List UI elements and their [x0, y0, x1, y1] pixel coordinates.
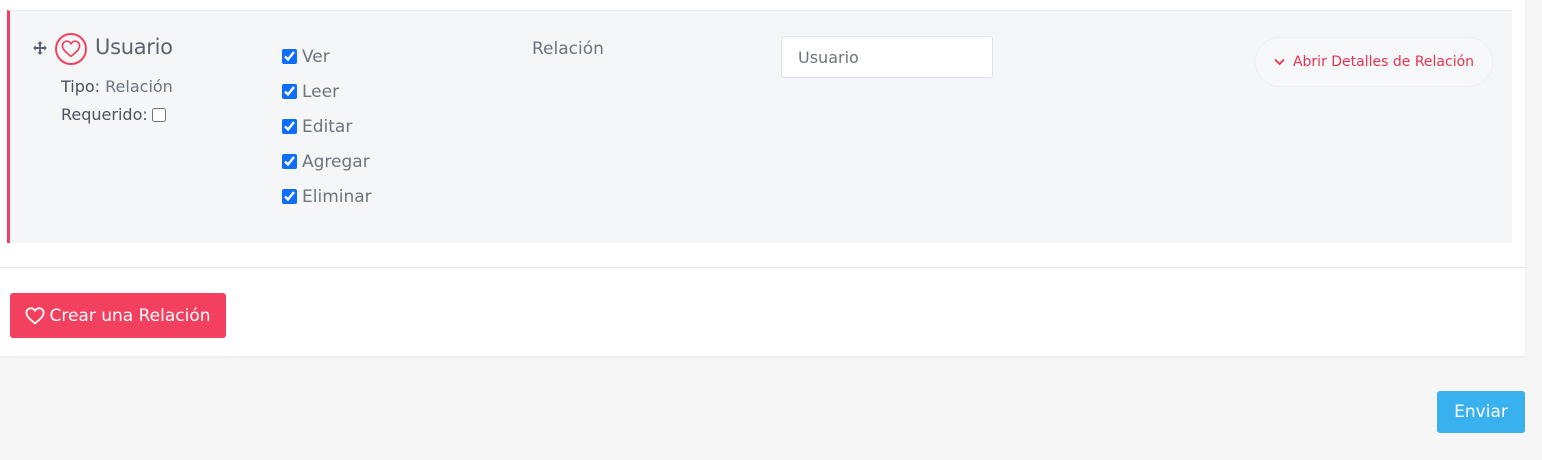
permission-leer-checkbox[interactable]: [282, 84, 297, 99]
permission-label: Leer: [302, 81, 340, 102]
permission-ver[interactable]: Ver: [282, 39, 372, 74]
fields-card: Usuario Tipo: Relación Requerido: Ver Le…: [0, 0, 1525, 356]
details-button-label: Abrir Detalles de Relación: [1292, 54, 1475, 70]
permissions-list: Ver Leer Editar Agregar Eliminar: [282, 39, 372, 214]
required-label: Requerido:: [61, 105, 148, 124]
type-value: Relación: [105, 77, 173, 96]
create-relation-button[interactable]: Crear una Relación: [10, 293, 226, 338]
permission-editar[interactable]: Editar: [282, 109, 372, 144]
relation-type-badge: [55, 33, 87, 65]
field-name-input[interactable]: [781, 36, 993, 78]
permission-label: Editar: [302, 116, 353, 137]
field-type-line: Tipo: Relación: [61, 77, 173, 96]
field-name: Usuario: [95, 35, 173, 59]
permission-leer[interactable]: Leer: [282, 74, 372, 109]
permission-editar-checkbox[interactable]: [282, 119, 297, 134]
required-checkbox[interactable]: [151, 107, 166, 122]
field-type-display: Relación: [532, 39, 604, 59]
permission-eliminar[interactable]: Eliminar: [282, 179, 372, 214]
permission-agregar-checkbox[interactable]: [282, 154, 297, 169]
field-row-usuario: Usuario Tipo: Relación Requerido: Ver Le…: [7, 10, 1512, 243]
submit-button[interactable]: Enviar: [1437, 391, 1525, 433]
permission-ver-checkbox[interactable]: [282, 49, 297, 64]
permission-eliminar-checkbox[interactable]: [282, 189, 297, 204]
heart-icon: [61, 40, 81, 58]
chevron-down-icon: [1274, 58, 1285, 66]
permission-label: Eliminar: [302, 186, 372, 207]
permission-label: Ver: [302, 46, 330, 67]
open-relation-details-button[interactable]: Abrir Detalles de Relación: [1255, 37, 1493, 87]
create-relation-label: Crear una Relación: [49, 305, 211, 326]
permission-agregar[interactable]: Agregar: [282, 144, 372, 179]
heart-icon: [25, 306, 45, 325]
move-arrows-icon[interactable]: [33, 41, 47, 55]
permission-label: Agregar: [302, 151, 370, 172]
required-line: Requerido:: [61, 105, 166, 124]
type-key: Tipo:: [61, 77, 101, 96]
divider: [0, 267, 1525, 268]
